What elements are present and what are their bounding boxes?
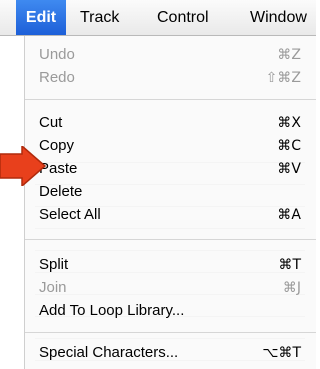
menu-item-split[interactable]: Split ⌘T xyxy=(25,254,316,276)
menu-separator xyxy=(25,332,316,333)
menu-item-join[interactable]: Join ⌘J xyxy=(25,277,316,299)
menu-item-paste[interactable]: Paste ⌘V xyxy=(25,158,316,180)
menu-track[interactable]: Track xyxy=(80,0,119,35)
red-arrow-icon xyxy=(0,146,46,186)
menu-window[interactable]: Window xyxy=(250,0,307,35)
menu-item-label: Cut xyxy=(39,114,63,131)
menu-item-label: Join xyxy=(39,279,67,296)
menu-item-shortcut: ⌥⌘T xyxy=(262,345,301,361)
menu-item-shortcut: ⌘A xyxy=(277,207,301,223)
menu-item-cut[interactable]: Cut ⌘X xyxy=(25,112,316,134)
menu-edit[interactable]: Edit xyxy=(16,0,66,35)
menu-item-shortcut: ⌘J xyxy=(282,280,301,296)
menu-item-shortcut: ⌘C xyxy=(277,138,301,154)
menu-item-shortcut: ⌘T xyxy=(278,257,301,273)
menu-item-redo[interactable]: Redo ⇧⌘Z xyxy=(25,67,316,89)
menu-item-select-all[interactable]: Select All ⌘A xyxy=(25,204,316,226)
menu-item-special-characters[interactable]: Special Characters... ⌥⌘T xyxy=(25,342,316,364)
menu-separator xyxy=(25,99,316,100)
menu-item-delete[interactable]: Delete xyxy=(25,181,316,203)
menu-item-label: Select All xyxy=(39,206,101,223)
menu-item-shortcut: ⌘X xyxy=(277,115,301,131)
menu-item-shortcut: ⇧⌘Z xyxy=(265,70,301,86)
menu-item-label: Split xyxy=(39,256,69,273)
menu-control[interactable]: Control xyxy=(157,0,209,35)
menu-item-label: Special Characters... xyxy=(39,344,179,361)
menu-item-label: Redo xyxy=(39,69,75,86)
screen: Edit Track Control Window Undo ⌘Z Redo ⇧… xyxy=(0,0,316,369)
menu-separator xyxy=(25,239,316,240)
menu-item-label: Add To Loop Library... xyxy=(39,302,185,319)
menu-item-add-to-loop-library[interactable]: Add To Loop Library... xyxy=(25,300,316,322)
menu-item-label: Undo xyxy=(39,46,75,63)
menu-item-shortcut: ⌘V xyxy=(277,161,301,177)
edit-menu-dropdown: Undo ⌘Z Redo ⇧⌘Z Cut ⌘X Copy ⌘C Paste ⌘V… xyxy=(24,36,316,369)
menu-item-copy[interactable]: Copy ⌘C xyxy=(25,135,316,157)
menu-item-undo[interactable]: Undo ⌘Z xyxy=(25,44,316,66)
menu-item-shortcut: ⌘Z xyxy=(277,47,301,63)
menu-bar: Edit Track Control Window xyxy=(0,0,316,36)
